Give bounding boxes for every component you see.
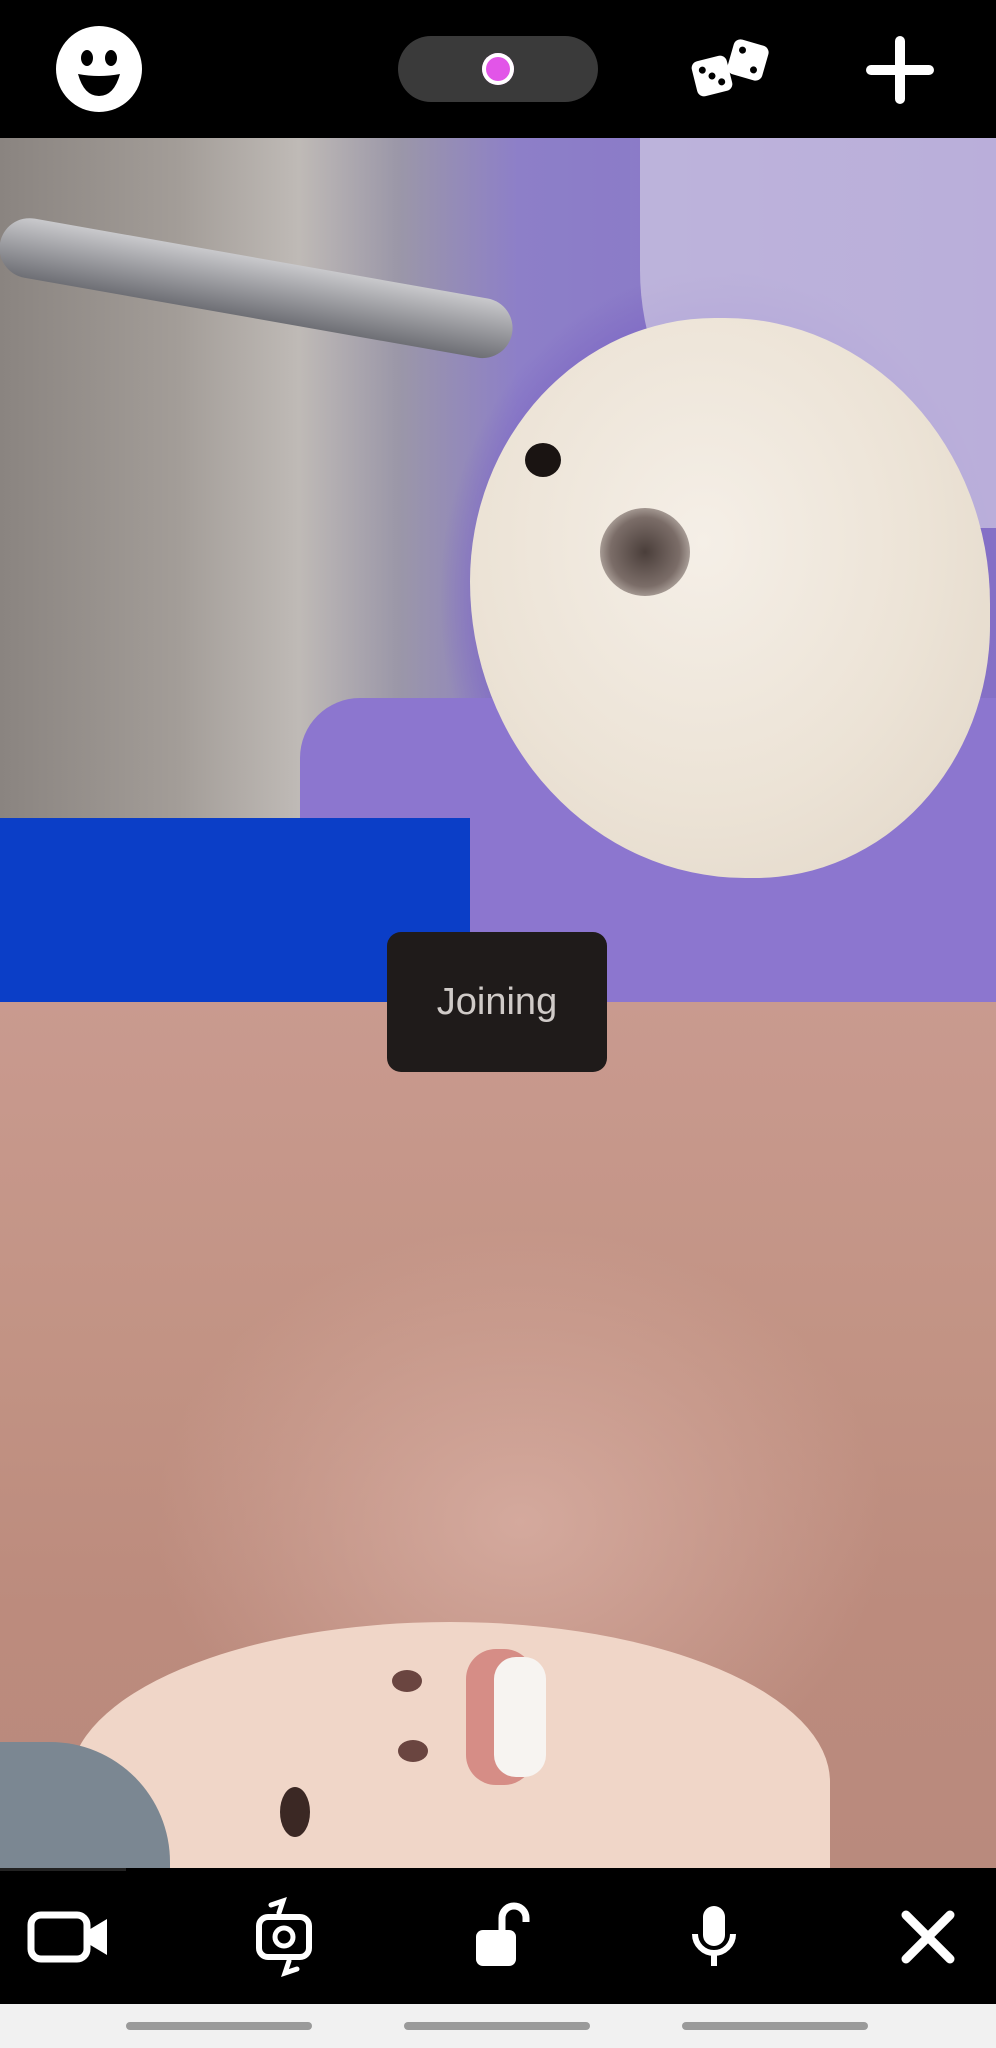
dice-icon[interactable] — [690, 34, 772, 104]
hamster-eye — [525, 443, 561, 477]
camera-flip-icon — [256, 1897, 312, 1977]
eye — [280, 1787, 310, 1837]
nostril — [398, 1740, 428, 1762]
mute-button[interactable] — [666, 1892, 762, 1982]
toast-label: Joining — [436, 980, 558, 1023]
water-bottle-tube — [0, 213, 518, 363]
local-video-tile — [0, 1002, 996, 1868]
remote-video-tile — [0, 138, 996, 1002]
call-controls — [0, 1868, 996, 2004]
divider — [0, 1868, 126, 1871]
close-icon — [901, 1910, 955, 1964]
face — [70, 1622, 830, 1868]
flip-camera-button[interactable] — [236, 1892, 332, 1982]
smiley-face-icon[interactable] — [56, 26, 142, 112]
end-call-button[interactable] — [880, 1892, 976, 1982]
nav-handle[interactable] — [126, 2022, 312, 2030]
system-nav-bar — [0, 2004, 996, 2048]
lock-button[interactable] — [454, 1892, 550, 1982]
video-camera-icon — [27, 1911, 107, 1963]
plus-icon[interactable] — [862, 32, 938, 108]
microphone-icon — [692, 1906, 736, 1966]
nav-handle[interactable] — [682, 2022, 868, 2030]
teeth — [494, 1657, 546, 1777]
joining-toast: Joining — [387, 932, 607, 1072]
nav-handle[interactable] — [404, 2022, 590, 2030]
record-dot-icon — [482, 53, 514, 85]
top-bar — [0, 0, 996, 138]
camera-toggle-button[interactable] — [22, 1892, 118, 1982]
nostril — [392, 1670, 422, 1692]
unlock-icon — [476, 1902, 530, 1966]
record-indicator[interactable] — [398, 36, 598, 102]
hamster-nose — [600, 508, 690, 596]
